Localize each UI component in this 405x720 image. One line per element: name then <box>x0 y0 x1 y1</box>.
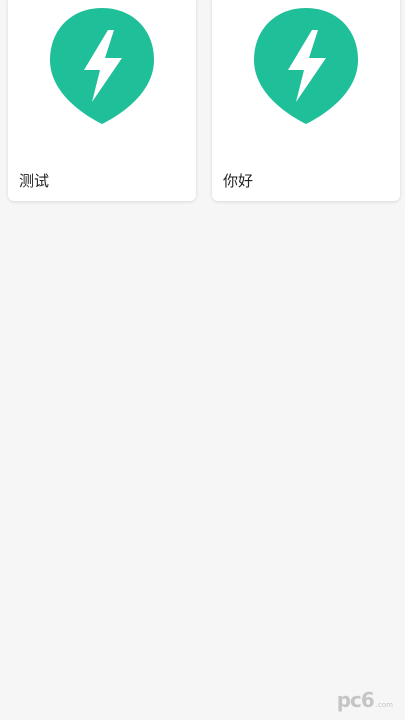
watermark-logo: pc6 .com <box>337 688 393 712</box>
card-grid: 测试 你好 <box>8 0 400 201</box>
watermark-main: pc6 <box>336 688 375 712</box>
app-card-2[interactable]: 你好 <box>212 0 400 201</box>
lightning-pin-icon <box>254 8 358 124</box>
lightning-pin-icon <box>50 8 154 124</box>
card-label: 你好 <box>223 172 254 190</box>
card-label: 测试 <box>19 172 50 190</box>
app-card-1[interactable]: 测试 <box>8 0 196 201</box>
watermark-sub: .com <box>375 701 393 709</box>
